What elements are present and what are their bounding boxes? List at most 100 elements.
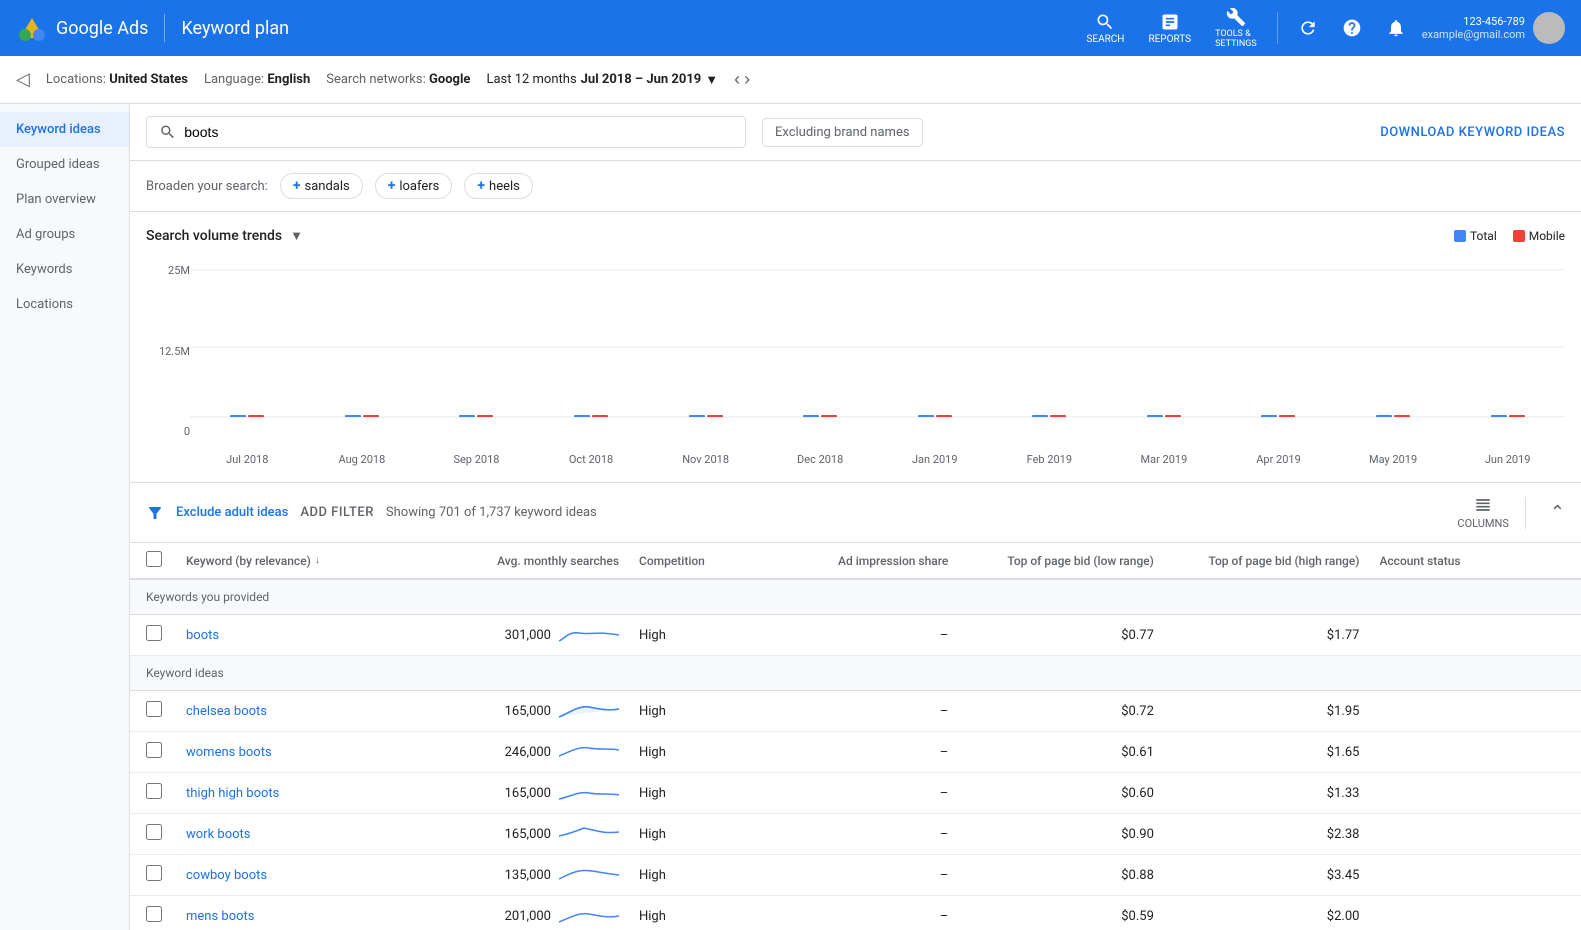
row-avg-cowboy: 135,000 [433, 863, 639, 887]
search-input-wrap[interactable] [146, 116, 746, 148]
sidebar-label-plan-overview: Plan overview [16, 192, 96, 207]
chart-title: Search volume trends [146, 228, 282, 244]
period-prev-button[interactable]: ‹ [734, 69, 740, 90]
language-filter: Language: English [204, 72, 310, 87]
sidebar-item-plan-overview[interactable]: Plan overview [0, 182, 129, 217]
filter-bar-toggle[interactable]: ◁ [16, 69, 30, 90]
search-input[interactable] [184, 124, 733, 140]
bar-total-7 [1032, 415, 1048, 417]
exclude-adults-link[interactable]: Exclude adult ideas [176, 505, 288, 520]
x-label-8: Mar 2019 [1107, 453, 1222, 466]
row-keyword-work[interactable]: work boots [186, 827, 433, 842]
broaden-tag-heels[interactable]: + heels [464, 173, 532, 199]
help-button[interactable] [1334, 14, 1370, 42]
x-label-5: Dec 2018 [763, 453, 878, 466]
add-filter-button[interactable]: ADD FILTER [300, 505, 374, 520]
bar-group-may2019 [1336, 415, 1451, 417]
sidebar-item-keyword-ideas[interactable]: Keyword ideas [0, 112, 129, 147]
google-ads-logo-icon [16, 12, 48, 44]
app-logo[interactable]: Google Ads [16, 12, 148, 44]
thigh-checkbox[interactable] [146, 783, 162, 799]
filter-icon [146, 504, 164, 522]
sidebar-item-keywords[interactable]: Keywords [0, 252, 129, 287]
refresh-icon [1298, 18, 1318, 38]
col-account-header[interactable]: Account status [1379, 554, 1565, 568]
avg-searches-label: Avg. monthly searches [497, 554, 619, 568]
chart-svg-area: Jul 2018Aug 2018Sep 2018Oct 2018Nov 2018… [190, 260, 1565, 466]
bar-group-jul2018 [190, 415, 305, 417]
columns-label: COLUMNS [1457, 517, 1508, 530]
chart-container: 25M 12.5M 0 Jul 2018Aug 2018Sep 2018Oct … [146, 260, 1565, 466]
chart-section: Search volume trends ▼ Total Mobile 25M [130, 212, 1581, 483]
row-avg-work: 165,000 [433, 822, 639, 846]
table-row: cowboy boots 135,000 High – $0.88 $3.45 [130, 855, 1581, 896]
broaden-tag-loafers[interactable]: + loafers [375, 173, 453, 199]
user-email: example@gmail.com [1422, 28, 1525, 41]
bars-area [190, 260, 1565, 417]
legend-total: Total [1454, 229, 1497, 243]
showing-count-text: Showing 701 of 1,737 keyword ideas [386, 505, 597, 520]
exclude-brand-tag[interactable]: Excluding brand names [762, 118, 923, 147]
bar-group-apr2019 [1221, 415, 1336, 417]
location-filter: Locations: United States [46, 72, 188, 87]
select-all-checkbox[interactable] [146, 551, 162, 567]
chelsea-checkbox[interactable] [146, 701, 162, 717]
search-nav-button[interactable]: SEARCH [1078, 8, 1132, 49]
collapse-chart-button[interactable]: ⌃ [1550, 502, 1565, 523]
broaden-tag-sandals[interactable]: + sandals [280, 173, 363, 199]
row-keyword-boots[interactable]: boots [186, 628, 433, 643]
col-competition-header[interactable]: Competition [639, 554, 763, 568]
bar-total-1 [345, 415, 361, 417]
col-check-header [146, 551, 186, 570]
bar-mobile-5 [821, 415, 837, 417]
user-avatar[interactable] [1533, 12, 1565, 44]
tools-nav-label: TOOLS & SETTINGS [1215, 29, 1257, 49]
download-keyword-ideas-link[interactable]: DOWNLOAD KEYWORD IDEAS [1380, 125, 1565, 140]
legend-total-label: Total [1470, 229, 1497, 243]
date-range-filter[interactable]: Last 12 months Jul 2018 – Jun 2019 ▼ [486, 72, 718, 88]
legend-total-color [1454, 230, 1466, 242]
sidebar-item-locations[interactable]: Locations [0, 287, 129, 322]
col-bid-high-header[interactable]: Top of page bid (high range) [1174, 554, 1380, 568]
row-keyword-thigh[interactable]: thigh high boots [186, 786, 433, 801]
row-avg-thigh: 165,000 [433, 781, 639, 805]
chart-header: Search volume trends ▼ Total Mobile [146, 228, 1565, 244]
search-icon [1095, 12, 1115, 32]
row-bid-low-boots: $0.77 [968, 628, 1174, 643]
row-avg-boots: 301,000 [433, 623, 639, 647]
period-dropdown-icon: ▼ [705, 72, 718, 88]
table-header-row: Keyword (by relevance) ↓ Avg. monthly se… [130, 543, 1581, 580]
account-status-label: Account status [1379, 554, 1460, 568]
womens-checkbox[interactable] [146, 742, 162, 758]
mens-checkbox[interactable] [146, 906, 162, 922]
col-keyword-header[interactable]: Keyword (by relevance) ↓ [186, 554, 433, 568]
row-keyword-mens[interactable]: mens boots [186, 909, 433, 924]
tools-nav-button[interactable]: TOOLS & SETTINGS [1207, 3, 1265, 53]
row-check-boots[interactable] [146, 625, 186, 645]
row-avg-womens: 246,000 [433, 740, 639, 764]
network-label: Search networks: [326, 72, 426, 87]
work-checkbox[interactable] [146, 824, 162, 840]
reports-nav-button[interactable]: REPORTS [1140, 8, 1199, 49]
col-avg-searches-header[interactable]: Avg. monthly searches [433, 554, 639, 568]
x-label-0: Jul 2018 [190, 453, 305, 466]
columns-button[interactable]: COLUMNS [1457, 495, 1508, 530]
col-ad-impression-header[interactable]: Ad impression share [763, 554, 969, 568]
notifications-button[interactable] [1378, 14, 1414, 42]
sidebar-label-locations: Locations [16, 297, 73, 312]
language-label: Language: [204, 72, 264, 87]
keyword-table: Keyword (by relevance) ↓ Avg. monthly se… [130, 543, 1581, 930]
boots-checkbox[interactable] [146, 625, 162, 641]
sidebar-item-ad-groups[interactable]: Ad groups [0, 217, 129, 252]
chart-dropdown-icon[interactable]: ▼ [290, 228, 303, 244]
sidebar-item-grouped-ideas[interactable]: Grouped ideas [0, 147, 129, 182]
cowboy-checkbox[interactable] [146, 865, 162, 881]
bar-mobile-9 [1279, 415, 1295, 417]
network-value: Google [429, 72, 470, 87]
col-bid-low-header[interactable]: Top of page bid (low range) [968, 554, 1174, 568]
row-keyword-womens[interactable]: womens boots [186, 745, 433, 760]
refresh-button[interactable] [1290, 14, 1326, 42]
row-keyword-cowboy[interactable]: cowboy boots [186, 868, 433, 883]
period-next-button[interactable]: › [744, 69, 750, 90]
row-keyword-chelsea[interactable]: chelsea boots [186, 704, 433, 719]
